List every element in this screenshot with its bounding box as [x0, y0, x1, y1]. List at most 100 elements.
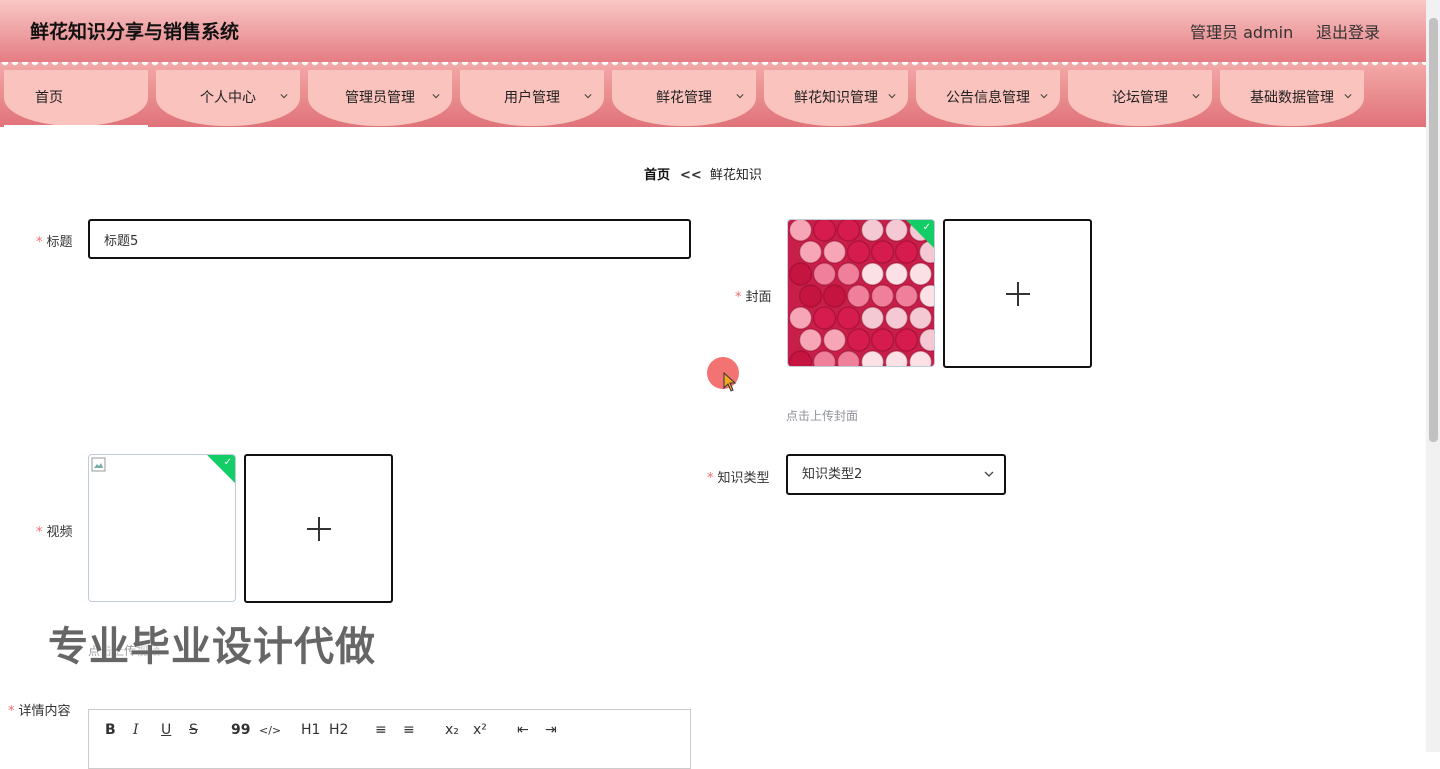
ordered-list-button[interactable]: ≡ [375, 722, 387, 738]
rose-shape [870, 240, 895, 264]
unordered-list-button[interactable]: ≡ [403, 722, 415, 738]
nav-item-4[interactable]: 鲜花管理 [612, 70, 756, 126]
indent-button[interactable]: ⇥ [545, 722, 557, 738]
italic-button[interactable]: I [133, 722, 139, 738]
plus-icon-vertical [317, 516, 320, 541]
nav-item-6[interactable]: 公告信息管理 [916, 70, 1060, 126]
rose-shape [798, 284, 823, 308]
detail-label-text: 详情内容 [18, 704, 71, 719]
rose-shape [884, 350, 909, 366]
chevron-down-icon [584, 94, 592, 99]
cover-upload-button[interactable] [943, 219, 1092, 368]
type-select-value: 知识类型2 [802, 467, 863, 482]
nav-item-0[interactable]: 首页 [4, 70, 148, 128]
chevron-down-icon [736, 94, 744, 99]
nav-item-label: 鲜花管理 [656, 90, 712, 106]
code-button[interactable]: </> [259, 724, 281, 737]
superscript-button[interactable]: x² [473, 722, 487, 738]
nav-item-7[interactable]: 论坛管理 [1068, 70, 1212, 126]
cursor-arrow-icon [723, 372, 737, 392]
chevron-down-icon [1192, 94, 1200, 99]
required-mark: * [735, 290, 742, 305]
title-input[interactable] [88, 219, 691, 259]
rose-shape [812, 262, 837, 286]
rose-shape [846, 284, 871, 308]
bold-button[interactable]: B [105, 722, 116, 738]
type-label-text: 知识类型 [717, 471, 770, 486]
rose-shape [798, 240, 823, 264]
outdent-button[interactable]: ⇤ [517, 722, 529, 738]
roses-image-icon [788, 220, 934, 366]
plus-icon-vertical [1016, 281, 1019, 306]
detail-label: * 详情内容 [8, 700, 71, 719]
rose-shape [894, 284, 919, 308]
rose-shape [788, 220, 813, 242]
rose-shape [918, 284, 934, 308]
rose-shape [860, 306, 885, 330]
type-select[interactable]: 知识类型2 [786, 454, 1006, 495]
nav-item-label: 首页 [35, 90, 63, 106]
required-mark: * [707, 471, 714, 486]
quote-button[interactable]: 99 [231, 722, 250, 738]
cover-thumbnail[interactable]: ✓ [787, 219, 935, 367]
rose-shape [884, 306, 909, 330]
h2-button[interactable]: H2 [329, 722, 348, 738]
nav-scallop-decoration [0, 62, 1426, 68]
underline-button[interactable]: U [161, 722, 171, 738]
required-mark: * [36, 525, 43, 540]
chevron-down-icon [280, 94, 288, 99]
nav-item-3[interactable]: 用户管理 [460, 70, 604, 126]
rose-shape [788, 306, 813, 330]
broken-image-icon [91, 457, 106, 472]
h1-button[interactable]: H1 [301, 722, 320, 738]
rose-shape [860, 220, 885, 242]
rose-shape [908, 350, 933, 366]
scrollbar-thumb[interactable] [1429, 18, 1438, 442]
check-icon: ✓ [922, 222, 931, 233]
chevron-down-icon [888, 94, 896, 99]
rose-shape [884, 262, 909, 286]
check-icon: ✓ [223, 457, 232, 468]
rose-shape [812, 220, 837, 242]
video-upload-button[interactable] [244, 454, 393, 603]
rich-text-editor[interactable]: B I U S 99 </> H1 H2 ≡ ≡ x₂ x² ⇤ ⇥ [88, 709, 691, 769]
rose-shape [860, 262, 885, 286]
nav-item-1[interactable]: 个人中心 [156, 70, 300, 126]
breadcrumb-current: 鲜花知识 [709, 168, 762, 183]
rose-shape [836, 220, 861, 242]
rose-shape [908, 262, 933, 286]
breadcrumb: 首页 << 鲜花知识 [644, 164, 762, 183]
rose-shape [908, 306, 933, 330]
nav-item-label: 基础数据管理 [1250, 90, 1334, 106]
rose-shape [812, 350, 837, 366]
video-label: * 视频 [36, 521, 73, 540]
rose-shape [836, 350, 861, 366]
breadcrumb-home[interactable]: 首页 [644, 168, 670, 183]
nav-item-label: 鲜花知识管理 [794, 90, 878, 106]
nav-item-label: 用户管理 [504, 90, 560, 106]
chevron-down-icon [1040, 94, 1048, 99]
nav-item-label: 论坛管理 [1112, 90, 1168, 106]
required-mark: * [8, 704, 15, 719]
rose-shape [798, 328, 823, 352]
video-thumbnail[interactable]: ✓ [88, 454, 236, 602]
nav-item-2[interactable]: 管理员管理 [308, 70, 452, 126]
type-label: * 知识类型 [707, 467, 770, 486]
cover-label: * 封面 [735, 286, 772, 305]
rose-shape [822, 284, 847, 308]
rose-shape [846, 328, 871, 352]
subscript-button[interactable]: x₂ [445, 722, 459, 738]
nav-item-5[interactable]: 鲜花知识管理 [764, 70, 908, 126]
rose-shape [870, 284, 895, 308]
main-nav: 首页 个人中心 管理员管理 用户管理 鲜花管理 鲜花知识管理 公告信息管理 论坛管理 基础数据管… [0, 62, 1426, 128]
rose-shape [846, 240, 871, 264]
chevron-down-icon [432, 94, 440, 99]
rose-shape [870, 328, 895, 352]
strike-button[interactable]: S [189, 722, 198, 738]
rose-shape [894, 328, 919, 352]
video-label-text: 视频 [46, 525, 73, 540]
nav-item-8[interactable]: 基础数据管理 [1220, 70, 1364, 126]
logout-link[interactable]: 退出登录 [1316, 19, 1380, 43]
rose-shape [836, 262, 861, 286]
rose-shape [884, 220, 909, 242]
